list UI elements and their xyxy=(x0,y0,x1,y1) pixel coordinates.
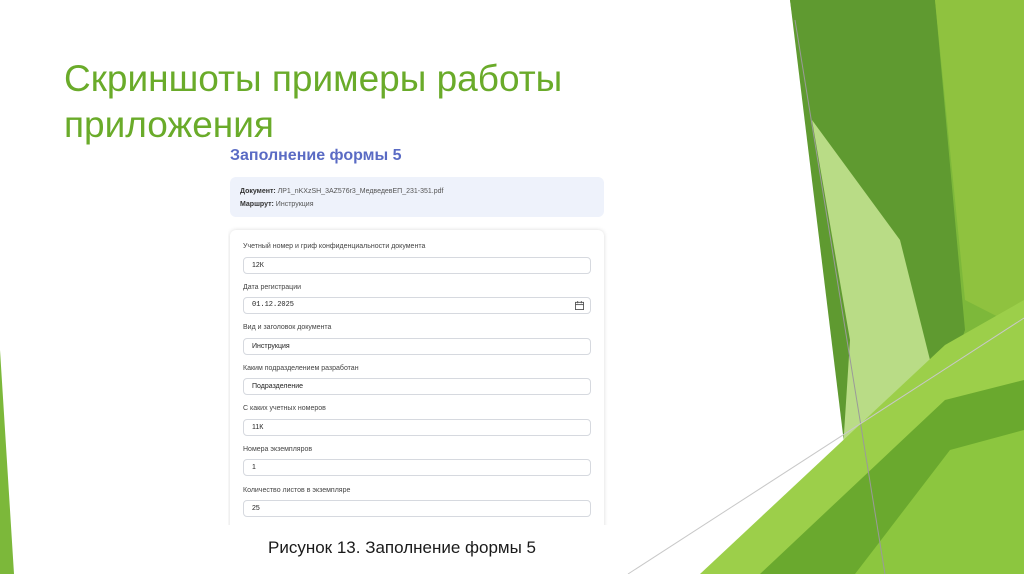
form-card: Учетный номер и гриф конфиденциальности … xyxy=(230,230,604,525)
figure-caption: Рисунок 13. Заполнение формы 5 xyxy=(268,538,537,557)
registration-date-value: 01.12.2025 xyxy=(252,301,295,309)
document-label: Документ: xyxy=(240,188,276,195)
form-title: Заполнение формы 5 xyxy=(230,147,402,164)
calendar-icon[interactable] xyxy=(575,301,584,310)
document-info-card: Документ: ЛР1_nKXzSH_3AZ576r3_МедведевЕП… xyxy=(230,177,604,217)
registration-date-input[interactable]: 01.12.2025 xyxy=(243,297,591,314)
source-numbers-input[interactable]: 11К xyxy=(243,419,591,436)
copy-numbers-label: Номера экземпляров xyxy=(243,446,313,453)
registration-date-label: Дата регистрации xyxy=(243,284,302,291)
app-screenshot: Заполнение формы 5 Документ: ЛР1_nKXzSH_… xyxy=(228,143,608,525)
document-row: Документ: ЛР1_nKXzSH_3AZ576r3_МедведевЕП… xyxy=(240,185,594,198)
source-numbers-label: С каких учетных номеров xyxy=(243,405,326,412)
sheet-count-label: Количество листов в экземпляре xyxy=(243,487,351,494)
account-number-label: Учетный номер и гриф конфиденциальности … xyxy=(243,243,426,250)
route-row: Маршрут: Инструкция xyxy=(240,198,594,211)
document-value: ЛР1_nKXzSH_3AZ576r3_МедведевЕП_231-351.p… xyxy=(277,188,444,195)
route-value: Инструкция xyxy=(275,201,314,208)
department-label: Каким подразделением разработан xyxy=(243,365,359,372)
document-type-input[interactable]: Инструкция xyxy=(243,338,591,355)
route-label: Маршрут: xyxy=(240,201,274,208)
department-input[interactable]: Подразделение xyxy=(243,378,591,395)
copy-numbers-input[interactable]: 1 xyxy=(243,459,591,476)
sheet-count-input[interactable]: 25 xyxy=(243,500,591,517)
account-number-input[interactable]: 12К xyxy=(243,257,591,274)
slide-title: Скриншоты примеры работы приложения xyxy=(64,58,563,145)
document-type-label: Вид и заголовок документа xyxy=(243,324,332,331)
